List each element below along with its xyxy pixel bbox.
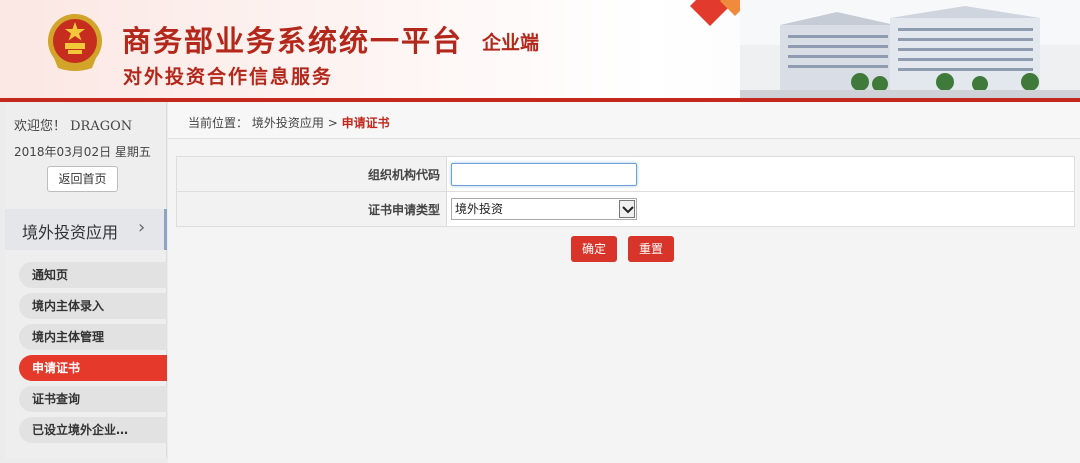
- sidebar-item-entity-entry[interactable]: 境内主体录入: [19, 293, 167, 319]
- app-title-tag: 企业端: [482, 32, 540, 54]
- sidebar-item-notice[interactable]: 通知页: [19, 262, 167, 288]
- sidebar-item-apply-certificate[interactable]: 申请证书: [19, 355, 167, 381]
- home-button[interactable]: 返回首页: [47, 166, 118, 192]
- certificate-form: 组织机构代码 证书申请类型 境外投资: [176, 156, 1075, 227]
- sidebar-section-title: 境外投资应用: [22, 223, 119, 242]
- form-row-cert-type: 证书申请类型 境外投资: [176, 191, 1075, 227]
- org-code-label: 组织机构代码: [176, 156, 447, 192]
- app-subtitle: 对外投资合作信息服务: [123, 66, 334, 88]
- sidebar-menu: 通知页 境内主体录入 境内主体管理 申请证书 证书查询 已设立境外企业…: [19, 262, 167, 448]
- form-row-org-code: 组织机构代码: [176, 156, 1075, 192]
- welcome-text: 欢迎您！ DRAGON: [14, 119, 133, 134]
- current-date: 2018年03月02日 星期五: [14, 145, 151, 159]
- breadcrumb-current: 申请证书: [341, 116, 390, 130]
- breadcrumb-parent-link[interactable]: 境外投资应用: [252, 116, 324, 130]
- cert-type-label: 证书申请类型: [176, 191, 447, 227]
- sidebar-section-header[interactable]: 境外投资应用 ›: [5, 209, 167, 250]
- reset-button[interactable]: 重置: [628, 236, 674, 262]
- sidebar-item-certificate-query[interactable]: 证书查询: [19, 386, 167, 412]
- org-code-input[interactable]: [451, 162, 637, 186]
- breadcrumb-bar: 当前位置： 境外投资应用 > 申请证书: [168, 102, 1080, 139]
- sidebar-item-established-enterprises[interactable]: 已设立境外企业…: [19, 417, 167, 443]
- government-building-icon: [740, 0, 1080, 98]
- sidebar: 欢迎您！ DRAGON 2018年03月02日 星期五 返回首页 境外投资应用 …: [5, 102, 167, 458]
- main-content: 当前位置： 境外投资应用 > 申请证书 组织机构代码 证书申请类型 境外投资 确…: [168, 102, 1080, 463]
- header-banner: 商务部业务系统统一平台 企业端 对外投资合作信息服务: [0, 0, 1080, 100]
- breadcrumb-prefix: 当前位置：: [188, 116, 249, 130]
- chevron-down-icon[interactable]: [619, 200, 635, 218]
- sidebar-item-entity-management[interactable]: 境内主体管理: [19, 324, 167, 350]
- cert-type-select[interactable]: 境外投资: [451, 198, 637, 220]
- breadcrumb-separator: >: [327, 116, 338, 130]
- breadcrumb: 当前位置： 境外投资应用 > 申请证书: [188, 114, 390, 131]
- confirm-button[interactable]: 确定: [571, 236, 617, 262]
- national-emblem-icon: [48, 14, 102, 71]
- cert-type-selected-value: 境外投资: [455, 202, 504, 216]
- chevron-right-icon: ›: [138, 217, 146, 238]
- app-title: 商务部业务系统统一平台: [122, 24, 464, 58]
